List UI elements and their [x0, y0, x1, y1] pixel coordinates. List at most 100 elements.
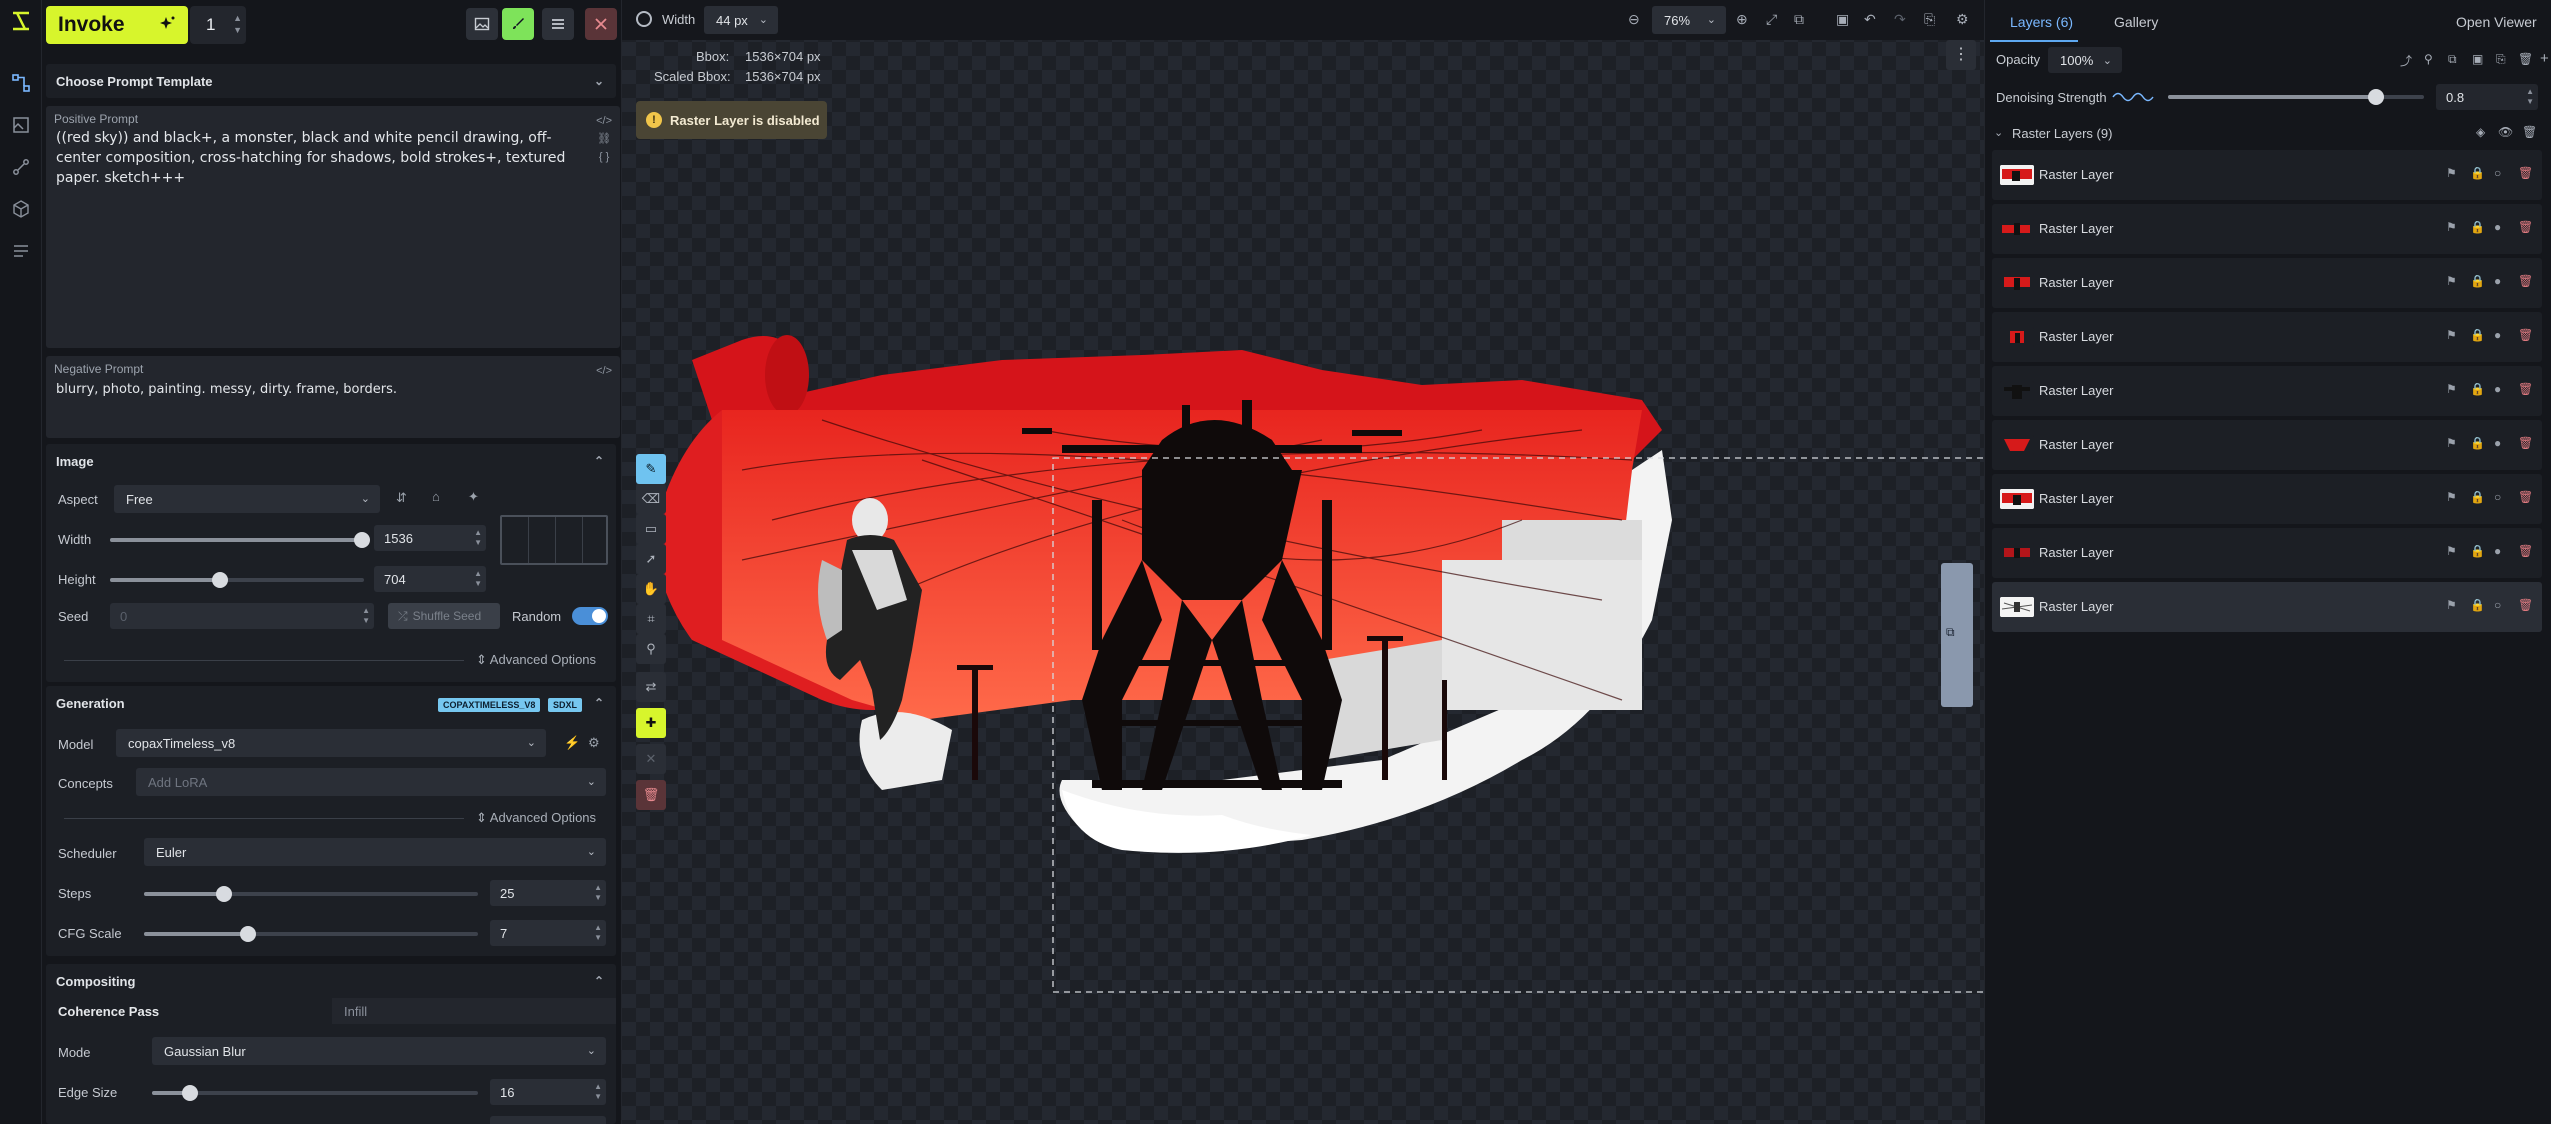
visibility-on-icon[interactable]: ●	[2494, 382, 2501, 396]
bookmark-icon[interactable]: ⚑	[2446, 166, 2457, 180]
bookmark-icon[interactable]: ⚑	[2446, 490, 2457, 504]
invoke-logo-icon[interactable]	[8, 8, 34, 34]
queue-menu-button[interactable]	[542, 8, 574, 40]
lock-icon[interactable]: 🔒	[2470, 274, 2485, 288]
transform-tool-icon[interactable]: ⇄	[636, 672, 666, 702]
trash-icon[interactable]: 🗑	[2518, 220, 2533, 234]
height-slider[interactable]	[110, 572, 364, 588]
lock-icon[interactable]: 🔒	[2470, 166, 2485, 180]
queue-list-icon[interactable]	[8, 238, 34, 264]
visibility-on-icon[interactable]: ●	[2494, 544, 2501, 558]
trash-icon[interactable]: 🗑	[2518, 274, 2533, 288]
lock-icon[interactable]: 🔒	[2470, 544, 2485, 558]
iterations-stepper[interactable]: 1 ▲ ▼	[190, 6, 246, 44]
layer-row[interactable]: Raster Layer ⚑ 🔒 ● 🗑	[1992, 312, 2542, 362]
trash-icon[interactable]: 🗑	[2518, 598, 2533, 612]
brush-size-icon[interactable]	[636, 11, 652, 27]
invoke-button[interactable]: Invoke	[46, 6, 188, 44]
trash-icon[interactable]: 🗑	[2518, 544, 2533, 558]
negative-prompt-box[interactable]: Negative Prompt blurry, photo, painting.…	[46, 356, 620, 438]
raster-group-label[interactable]: Raster Layers (9)	[2012, 126, 2112, 141]
visibility-off-icon[interactable]: ○	[2494, 490, 2501, 504]
prompt-template-select[interactable]: Choose Prompt Template ⌄	[46, 64, 616, 98]
lock-icon[interactable]: 🔒	[2470, 490, 2485, 504]
visibility-on-icon[interactable]: ●	[2494, 328, 2501, 342]
stepper-arrows-icon[interactable]: ▲ ▼	[474, 569, 482, 589]
height-slider-knob[interactable]	[212, 572, 228, 588]
model-favorite-icon[interactable]: ⚡	[564, 735, 580, 751]
width-input[interactable]: 1536 ▲ ▼	[374, 525, 486, 551]
positive-prompt-box[interactable]: Positive Prompt ((red sky)) and black+, …	[46, 106, 620, 348]
nodes-icon[interactable]	[8, 154, 34, 180]
zoom-in-icon[interactable]: ⊕	[1736, 11, 1748, 28]
canvas-menu-kebab-icon[interactable]: ⋮	[1946, 40, 1976, 70]
layer-row[interactable]: Raster Layer ⚑ 🔒 ○ 🗑	[1992, 474, 2542, 524]
fit-bbox-icon[interactable]: ⧉	[1794, 11, 1804, 28]
hand-tool-icon[interactable]: ✋	[636, 574, 666, 604]
models-cube-icon[interactable]	[8, 196, 34, 222]
close-icon[interactable]: ✕	[636, 744, 666, 774]
opacity-select[interactable]: 100% ⌄	[2048, 47, 2122, 73]
save-icon[interactable]: ▣	[1836, 11, 1849, 28]
brush-tool-icon[interactable]: ✎	[636, 454, 666, 484]
denoise-slider-knob[interactable]	[2368, 89, 2384, 105]
tab-layers[interactable]: Layers (6)	[2010, 14, 2073, 30]
visibility-on-icon[interactable]: ●	[2494, 220, 2501, 234]
chevron-down-icon[interactable]: ⌄	[1994, 126, 2003, 139]
edge-size-slider-knob[interactable]	[182, 1085, 198, 1101]
stepper-arrows-icon[interactable]: ▲ ▼	[594, 1082, 602, 1102]
layer-row[interactable]: Raster Layer ⚑ 🔒 ● 🗑	[1992, 528, 2542, 578]
layer-row-selected[interactable]: Raster Layer ⚑ 🔒 ○ 🗑	[1992, 582, 2542, 632]
lock-icon[interactable]: 🔒	[2470, 598, 2485, 612]
random-seed-toggle[interactable]	[572, 607, 608, 625]
gear-icon[interactable]: ⚙	[588, 735, 600, 751]
fit-to-screen-icon[interactable]: ⤢	[1766, 11, 1777, 28]
edge-size-input[interactable]: 16 ▲ ▼	[490, 1079, 606, 1105]
tab-infill[interactable]: Infill	[332, 998, 616, 1024]
add-layer-icon[interactable]: ✚	[636, 708, 666, 738]
cfg-slider-knob[interactable]	[240, 926, 256, 942]
height-input[interactable]: 704 ▲ ▼	[374, 566, 486, 592]
mode-select[interactable]: Gaussian Blur ⌄	[152, 1037, 606, 1065]
trash-icon[interactable]: 🗑	[636, 780, 666, 810]
generation-section-header[interactable]: Generation COPAXTIMELESS_V8 SDXL ⌃	[46, 686, 616, 720]
trash-icon[interactable]: 🗑	[2518, 490, 2533, 504]
width-slider[interactable]	[110, 532, 370, 548]
lock-icon[interactable]: 🔒	[2470, 328, 2485, 342]
lock-icon[interactable]: 🔒	[2470, 382, 2485, 396]
bookmark-icon[interactable]: ⚑	[2446, 436, 2457, 450]
advanced-options-toggle[interactable]: ⇕ Advanced Options	[476, 652, 596, 668]
trash-icon[interactable]: 🗑	[2518, 328, 2533, 342]
edge-size-slider[interactable]	[152, 1085, 478, 1101]
visibility-on-icon[interactable]: ●	[2494, 436, 2501, 450]
zoom-out-icon[interactable]: ⊖	[1628, 11, 1640, 28]
trash-icon[interactable]: 🗑	[2518, 52, 2533, 66]
bookmark-icon[interactable]: ⚑	[2446, 544, 2457, 558]
stepper-arrows-icon[interactable]: ▲ ▼	[594, 923, 602, 943]
code-view-icon[interactable]: </>	[596, 112, 612, 130]
add-icon[interactable]: +	[2540, 50, 2549, 67]
layers-stack-icon[interactable]: ◈	[2476, 125, 2485, 139]
bookmark-icon[interactable]: ⚑	[2446, 382, 2457, 396]
scheduler-select[interactable]: Euler ⌄	[144, 838, 606, 866]
visibility-on-icon[interactable]: ●	[2494, 274, 2501, 288]
gear-icon[interactable]: ⚙	[1956, 11, 1969, 28]
cfg-input[interactable]: 7 ▲ ▼	[490, 920, 606, 946]
stepper-arrows-icon[interactable]: ▲ ▼	[233, 12, 242, 36]
lock-aspect-icon[interactable]: ⌂	[432, 489, 440, 504]
bookmark-icon[interactable]: ⚑	[2446, 274, 2457, 288]
steps-input[interactable]: 25 ▲ ▼	[490, 880, 606, 906]
open-viewer-button[interactable]: Open Viewer	[2456, 14, 2537, 30]
canvas-area[interactable]	[622, 0, 1984, 1124]
layer-row[interactable]: Raster Layer ⚑ 🔒 ● 🗑	[1992, 420, 2542, 470]
link-icon[interactable]: ⛓	[596, 130, 612, 148]
layers-handle-icon[interactable]: ⧉	[1946, 625, 1955, 640]
bookmark-icon[interactable]: ⚑	[2446, 328, 2457, 342]
brush-width-select[interactable]: 44 px ⌄	[704, 6, 778, 34]
redo-icon[interactable]: ↷	[1894, 11, 1906, 28]
filter-icon[interactable]: ⚲	[2424, 52, 2433, 66]
layer-row[interactable]: Raster Layer ⚑ 🔒 ● 🗑	[1992, 366, 2542, 416]
cfg-slider[interactable]	[144, 926, 478, 942]
bbox-tool-icon[interactable]: ⌗	[636, 604, 666, 634]
code-view-icon[interactable]: </>	[596, 362, 612, 380]
